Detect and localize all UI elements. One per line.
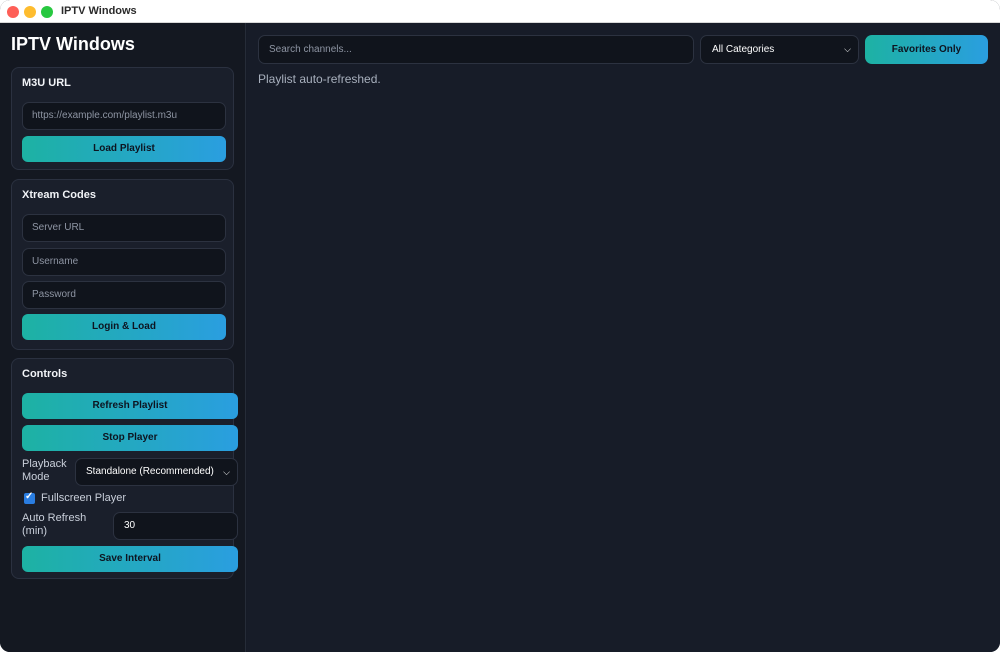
close-window-button[interactable]	[7, 6, 19, 18]
auto-refresh-label-line1: Auto Refresh	[22, 512, 87, 524]
playback-mode-label: Playback Mode	[22, 458, 67, 484]
auto-refresh-input[interactable]: 30	[113, 512, 238, 540]
server-url-input[interactable]: Server URL	[22, 214, 226, 242]
category-select-value: All Categories	[712, 44, 775, 55]
title-bar: IPTV Windows	[0, 0, 1000, 23]
checkmark-icon: ✓	[25, 491, 34, 502]
chevron-down-icon: ⌵	[844, 44, 851, 54]
controls-panel: Controls Refresh Playlist Stop Player Pl…	[11, 358, 238, 579]
chevron-down-icon: ⌵	[223, 467, 230, 477]
xtream-panel: Xtream Codes Server URL Username Passwor…	[11, 179, 234, 350]
xtream-panel-title: Xtream Codes	[22, 189, 96, 201]
login-load-button[interactable]: Login & Load	[22, 314, 226, 340]
stop-player-button[interactable]: Stop Player	[22, 425, 238, 451]
status-message: Playlist auto-refreshed.	[258, 72, 381, 86]
m3u-url-input[interactable]: https://example.com/playlist.m3u	[22, 102, 226, 130]
load-playlist-button[interactable]: Load Playlist	[22, 136, 226, 162]
app-title: IPTV Windows	[11, 34, 135, 54]
fullscreen-label: Fullscreen Player	[41, 492, 126, 504]
password-input[interactable]: Password	[22, 281, 226, 309]
playback-mode-value: Standalone (Recommended)	[86, 466, 214, 477]
playback-mode-select[interactable]: Standalone (Recommended) ⌵	[75, 458, 238, 486]
minimize-window-button[interactable]	[24, 6, 36, 18]
controls-panel-title: Controls	[22, 368, 68, 380]
refresh-playlist-button[interactable]: Refresh Playlist	[22, 393, 238, 419]
auto-refresh-label: Auto Refresh (min)	[22, 512, 86, 538]
app-window: IPTV Windows IPTV Windows M3U URL https:…	[0, 0, 1000, 652]
favorites-only-button[interactable]: Favorites Only	[865, 35, 988, 64]
username-input[interactable]: Username	[22, 248, 226, 276]
maximize-window-button[interactable]	[41, 6, 53, 18]
category-select[interactable]: All Categories ⌵	[700, 35, 859, 64]
save-interval-button[interactable]: Save Interval	[22, 546, 238, 572]
fullscreen-checkbox[interactable]: ✓	[24, 491, 35, 504]
sidebar: IPTV Windows M3U URL https://example.com…	[0, 23, 246, 652]
window-title: IPTV Windows	[61, 5, 137, 17]
playback-mode-label-line1: Playback	[22, 458, 67, 470]
playback-mode-label-line2: Mode	[22, 471, 50, 483]
channel-search-input[interactable]: Search channels...	[258, 35, 694, 64]
m3u-panel-title: M3U URL	[22, 77, 71, 89]
main-content: Search channels... All Categories ⌵ Favo…	[247, 23, 1000, 652]
auto-refresh-label-line2: (min)	[22, 525, 48, 537]
m3u-panel: M3U URL https://example.com/playlist.m3u…	[11, 67, 234, 170]
